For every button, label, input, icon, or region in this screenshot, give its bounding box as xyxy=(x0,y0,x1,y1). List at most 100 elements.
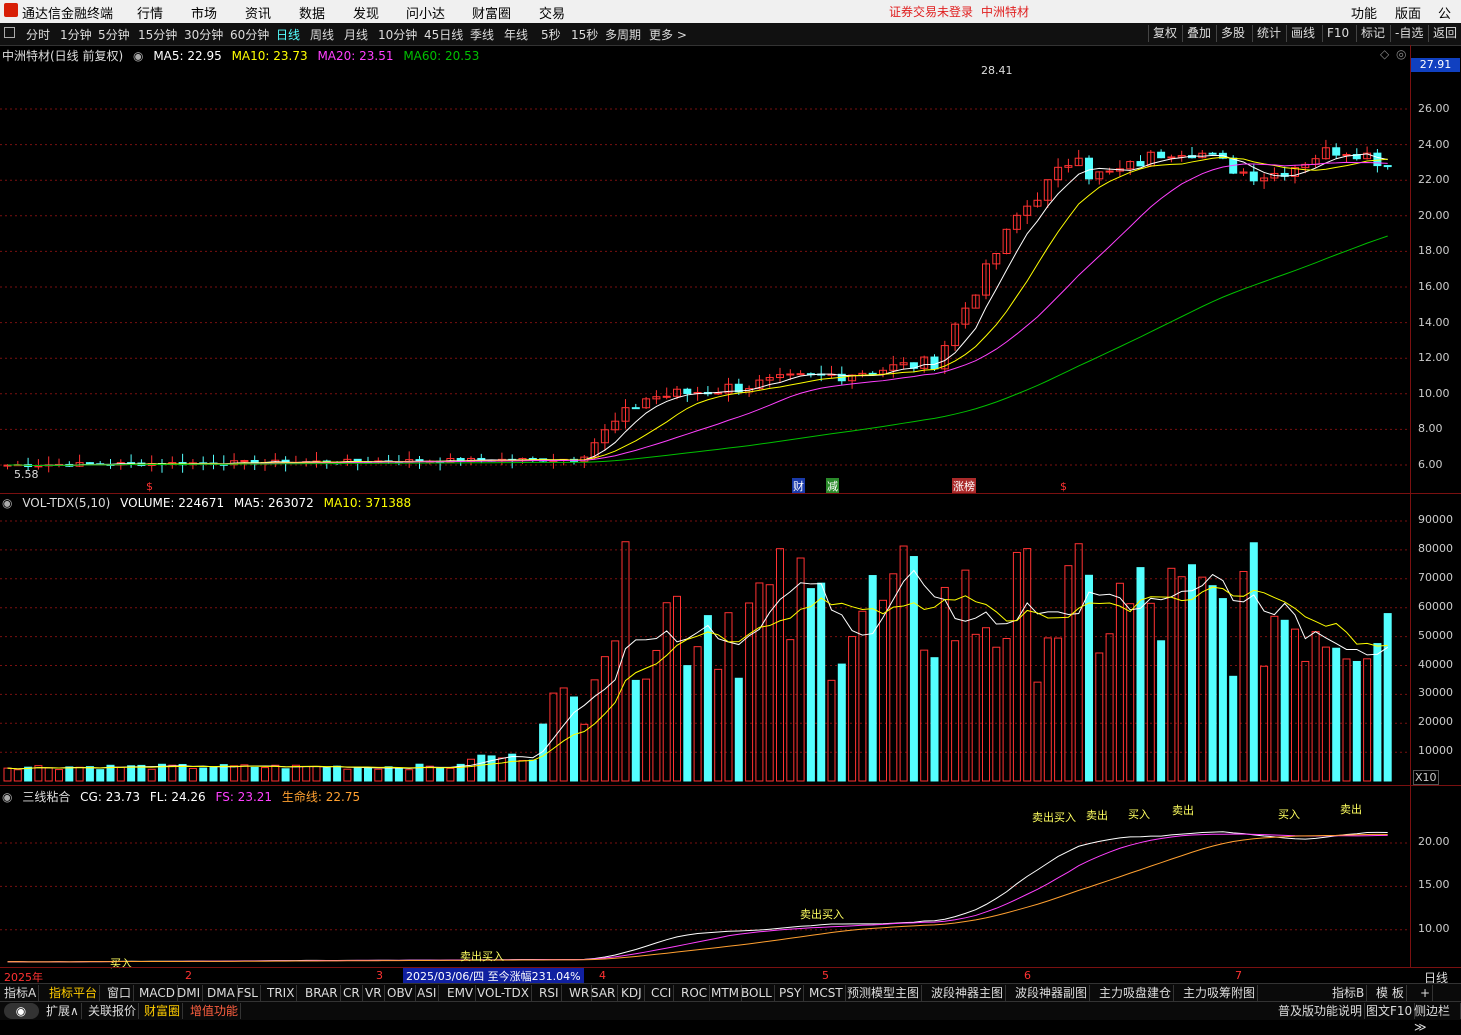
period-15min[interactable]: 15分钟 xyxy=(138,26,177,43)
bottom-tab-13[interactable]: EMV xyxy=(445,985,477,1001)
bottom-tab-17[interactable]: SAR xyxy=(589,985,619,1001)
candle[interactable] xyxy=(549,453,558,469)
bottom-tab-5[interactable]: DMA xyxy=(205,985,238,1001)
marker-jian[interactable]: 减 xyxy=(826,478,839,494)
period-15sec[interactable]: 15秒 xyxy=(571,26,598,43)
candle[interactable] xyxy=(271,453,280,468)
bottom-tab-22[interactable]: BOLL xyxy=(739,985,775,1001)
candle[interactable] xyxy=(1363,146,1372,160)
period-yearly[interactable]: 年线 xyxy=(504,26,528,43)
marker-cai[interactable]: 财 xyxy=(792,478,805,494)
candle[interactable] xyxy=(940,340,949,374)
candle[interactable] xyxy=(1136,155,1145,167)
menu-gongneng[interactable]: 功能 xyxy=(1351,3,1377,22)
status-help[interactable]: 普及版功能说明 xyxy=(1276,1003,1366,1019)
candle[interactable] xyxy=(137,459,146,467)
candle[interactable] xyxy=(178,453,187,473)
bottom-tab-29[interactable]: 主力吸筹附图 xyxy=(1181,985,1259,1001)
period-5sec[interactable]: 5秒 xyxy=(541,26,561,43)
candle[interactable] xyxy=(1177,150,1186,162)
candle[interactable] xyxy=(1342,152,1351,163)
tool-fuquan[interactable]: 复权 xyxy=(1148,25,1181,42)
candle[interactable] xyxy=(312,452,321,468)
candle[interactable] xyxy=(1012,212,1021,234)
login-notice[interactable]: 证券交易未登录 xyxy=(889,3,973,20)
candle[interactable] xyxy=(415,456,424,469)
candle[interactable] xyxy=(724,377,733,402)
period-monthly[interactable]: 月线 xyxy=(344,26,368,43)
candle[interactable] xyxy=(899,357,908,370)
candle[interactable] xyxy=(230,453,239,469)
candle[interactable] xyxy=(951,322,960,351)
bottom-tab-18[interactable]: KDJ xyxy=(619,985,645,1001)
bottom-tab-24[interactable]: MCST xyxy=(807,985,846,1001)
candle[interactable] xyxy=(55,458,63,468)
bottom-tab-27[interactable]: 波段神器副图 xyxy=(1013,985,1091,1001)
candle[interactable] xyxy=(580,455,589,469)
tool-f10[interactable]: F10 xyxy=(1322,25,1353,42)
period-more[interactable]: 更多 > xyxy=(649,26,687,43)
toggle-switch[interactable]: ◉ xyxy=(4,1003,39,1019)
period-multi[interactable]: 多周期 xyxy=(605,26,641,43)
marker-dollar-2[interactable]: $ xyxy=(1060,480,1067,493)
candle[interactable] xyxy=(611,412,620,434)
price-panel[interactable]: 中洲特材(日线 前复权) ◉ MA5: 22.95 MA10: 23.73 MA… xyxy=(0,45,1410,494)
bottom-tab-1[interactable]: 指标平台 xyxy=(47,985,101,1001)
period-30min[interactable]: 30分钟 xyxy=(184,26,223,43)
period-weekly[interactable]: 周线 xyxy=(310,26,334,43)
tool-zixuan[interactable]: -自选 xyxy=(1390,25,1427,42)
bottom-tab-8[interactable]: BRAR xyxy=(303,985,341,1001)
bottom-tab-3[interactable]: MACD xyxy=(137,985,178,1001)
menu-wenxiaoda[interactable]: 问小达 xyxy=(406,3,445,22)
candle[interactable] xyxy=(209,454,218,470)
candle[interactable] xyxy=(879,367,887,378)
bottom-right-0[interactable]: 指标B xyxy=(1330,985,1368,1001)
candle[interactable] xyxy=(322,459,331,469)
candle[interactable] xyxy=(961,302,970,329)
candle[interactable] xyxy=(1002,228,1011,255)
period-5min[interactable]: 5分钟 xyxy=(98,26,130,43)
period-10min[interactable]: 10分钟 xyxy=(378,26,417,43)
period-45day[interactable]: 45日线 xyxy=(424,26,463,43)
candle[interactable] xyxy=(1383,164,1392,170)
bottom-tab-28[interactable]: 主力吸盘建仓 xyxy=(1097,985,1175,1001)
period-daily[interactable]: 日线 xyxy=(276,26,300,43)
marker-dollar-1[interactable]: $ xyxy=(146,480,153,493)
candle[interactable] xyxy=(1198,150,1207,159)
status-related-quote[interactable]: 关联报价 xyxy=(86,1003,140,1019)
candle[interactable] xyxy=(261,459,269,471)
candle[interactable] xyxy=(1095,171,1104,185)
period-fenshi[interactable]: 分时 xyxy=(26,26,50,43)
candle[interactable] xyxy=(1157,149,1166,159)
candle[interactable] xyxy=(982,259,990,300)
candle[interactable] xyxy=(1074,149,1083,167)
candle[interactable] xyxy=(827,365,836,379)
candle[interactable] xyxy=(868,371,877,375)
marker-zhangbang[interactable]: 涨榜 xyxy=(952,478,976,494)
candle[interactable] xyxy=(642,396,651,409)
bottom-tab-9[interactable]: CR xyxy=(341,985,363,1001)
menu-faxian[interactable]: 发现 xyxy=(353,3,379,22)
period-1min[interactable]: 1分钟 xyxy=(60,26,92,43)
candle[interactable] xyxy=(1033,192,1042,208)
status-caifuquan[interactable]: 财富圈 xyxy=(142,1003,184,1019)
tool-biaoji[interactable]: 标记 xyxy=(1356,25,1389,42)
status-value-added[interactable]: 增值功能 xyxy=(188,1003,242,1019)
candle[interactable] xyxy=(158,459,166,473)
menu-shuju[interactable]: 数据 xyxy=(299,3,325,22)
candle[interactable] xyxy=(703,386,712,397)
status-sidebar[interactable]: 侧边栏≫ xyxy=(1412,1003,1461,1034)
bottom-tab-15[interactable]: RSI xyxy=(537,985,562,1001)
bottom-right-2[interactable]: + xyxy=(1418,985,1434,1001)
menu-zixun[interactable]: 资讯 xyxy=(245,3,271,22)
tool-tongji[interactable]: 统计 xyxy=(1252,25,1285,42)
candle[interactable] xyxy=(44,456,53,473)
candle[interactable] xyxy=(127,454,136,468)
candle[interactable] xyxy=(992,252,1001,270)
bottom-tab-19[interactable]: CCI xyxy=(649,985,675,1001)
candle[interactable] xyxy=(1208,151,1217,155)
bottom-tab-21[interactable]: MTM xyxy=(709,985,743,1001)
bottom-tab-20[interactable]: ROC xyxy=(679,985,711,1001)
period-quarterly[interactable]: 季线 xyxy=(470,26,494,43)
indicator-chart[interactable] xyxy=(0,786,1410,968)
